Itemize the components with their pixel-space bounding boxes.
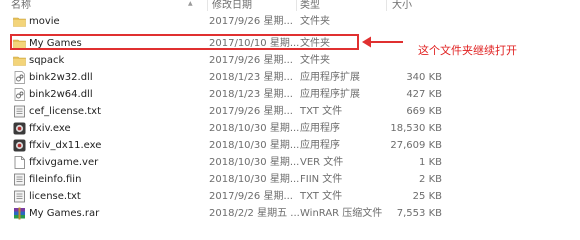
file-size: 669 KB	[406, 106, 442, 117]
file-size: 427 KB	[406, 89, 442, 100]
file-row[interactable]: license.txt 2017/9/26 星期... TXT 文件 25 KB	[10, 188, 446, 205]
file-type: 应用程序	[300, 140, 340, 151]
highlight-box	[10, 34, 359, 50]
file-size: 18,530 KB	[390, 123, 442, 134]
file-name: bink2w64.dll	[29, 89, 93, 100]
file-name: ffxiv.exe	[29, 123, 71, 134]
file-date: 2017/9/26 星期...	[209, 16, 293, 27]
text-file-icon	[14, 173, 25, 186]
file-date: 2018/10/30 星期...	[209, 123, 300, 134]
app-exe-icon	[13, 122, 26, 135]
file-type: 应用程序	[300, 123, 340, 134]
file-date: 2018/10/30 星期...	[209, 140, 300, 151]
text-file-icon	[14, 105, 25, 118]
file-date: 2018/10/30 星期...	[209, 174, 300, 185]
file-name: ffxiv_dx11.exe	[29, 140, 102, 151]
file-row[interactable]: My Games.rar 2018/2/2 星期五 ... WinRAR 压缩文…	[10, 205, 446, 222]
column-divider[interactable]	[386, 0, 387, 11]
winrar-archive-icon	[14, 207, 25, 220]
file-date: 2017/9/26 星期...	[209, 55, 293, 66]
file-name: movie	[29, 16, 60, 27]
file-date: 2018/1/23 星期...	[209, 72, 293, 83]
file-type: 应用程序扩展	[300, 72, 360, 83]
file-row[interactable]: ffxiv_dx11.exe 2018/10/30 星期... 应用程序 27,…	[10, 137, 446, 154]
file-row[interactable]: movie 2017/9/26 星期... 文件夹	[10, 13, 446, 30]
file-size: 27,609 KB	[390, 140, 442, 151]
text-file-icon	[14, 190, 25, 203]
file-size: 2 KB	[419, 174, 442, 185]
file-size: 340 KB	[406, 72, 442, 83]
file-row[interactable]: fileinfo.fiin 2018/10/30 星期... FIIN 文件 2…	[10, 171, 446, 188]
column-header-size[interactable]: 大小	[392, 0, 412, 11]
file-row[interactable]: bink2w32.dll 2018/1/23 星期... 应用程序扩展 340 …	[10, 69, 446, 86]
column-divider[interactable]	[296, 0, 297, 11]
file-name: ffxivgame.ver	[29, 157, 99, 168]
file-row[interactable]: bink2w64.dll 2018/1/23 星期... 应用程序扩展 427 …	[10, 86, 446, 103]
file-name: fileinfo.fiin	[29, 174, 82, 185]
folder-icon	[13, 56, 26, 66]
file-date: 2018/2/2 星期五 ...	[209, 208, 300, 219]
file-date: 2018/1/23 星期...	[209, 89, 293, 100]
file-type: TXT 文件	[300, 106, 343, 117]
file-type: 文件夹	[300, 16, 330, 27]
folder-icon	[13, 17, 26, 27]
file-type: 应用程序扩展	[300, 89, 360, 100]
column-header: 名称 ▲ 修改日期 类型 大小	[0, 0, 580, 11]
column-header-type[interactable]: 类型	[300, 0, 320, 11]
file-type: FIIN 文件	[300, 174, 343, 185]
file-type: WinRAR 压缩文件	[300, 208, 383, 219]
annotation-note: 这个文件夹继续打开	[418, 44, 517, 57]
file-name: license.txt	[29, 191, 81, 202]
file-type: VER 文件	[300, 157, 344, 168]
file-date: 2018/10/30 星期...	[209, 157, 300, 168]
file-name: bink2w32.dll	[29, 72, 93, 83]
file-date: 2017/9/26 星期...	[209, 191, 293, 202]
file-date: 2017/9/26 星期...	[209, 106, 293, 117]
file-type: TXT 文件	[300, 191, 343, 202]
file-row[interactable]: ffxivgame.ver 2018/10/30 星期... VER 文件 1 …	[10, 154, 446, 171]
file-size: 7,553 KB	[396, 208, 442, 219]
file-row[interactable]: ffxiv.exe 2018/10/30 星期... 应用程序 18,530 K…	[10, 120, 446, 137]
dll-icon	[14, 88, 25, 101]
column-header-date[interactable]: 修改日期	[212, 0, 252, 11]
blank-file-icon	[14, 156, 25, 169]
arrow-left-icon	[362, 36, 403, 48]
file-row[interactable]: sqpack 2017/9/26 星期... 文件夹	[10, 52, 446, 69]
column-header-name[interactable]: 名称	[11, 0, 31, 11]
file-type: 文件夹	[300, 55, 330, 66]
dll-icon	[14, 71, 25, 84]
file-size: 25 KB	[412, 191, 442, 202]
file-name: My Games.rar	[29, 208, 100, 219]
sort-arrow-icon: ▲	[188, 0, 193, 7]
file-name: cef_license.txt	[29, 106, 102, 117]
file-row[interactable]: cef_license.txt 2017/9/26 星期... TXT 文件 6…	[10, 103, 446, 120]
file-size: 1 KB	[419, 157, 442, 168]
app-exe-icon	[13, 139, 26, 152]
column-divider[interactable]	[207, 0, 208, 11]
file-name: sqpack	[29, 55, 65, 66]
